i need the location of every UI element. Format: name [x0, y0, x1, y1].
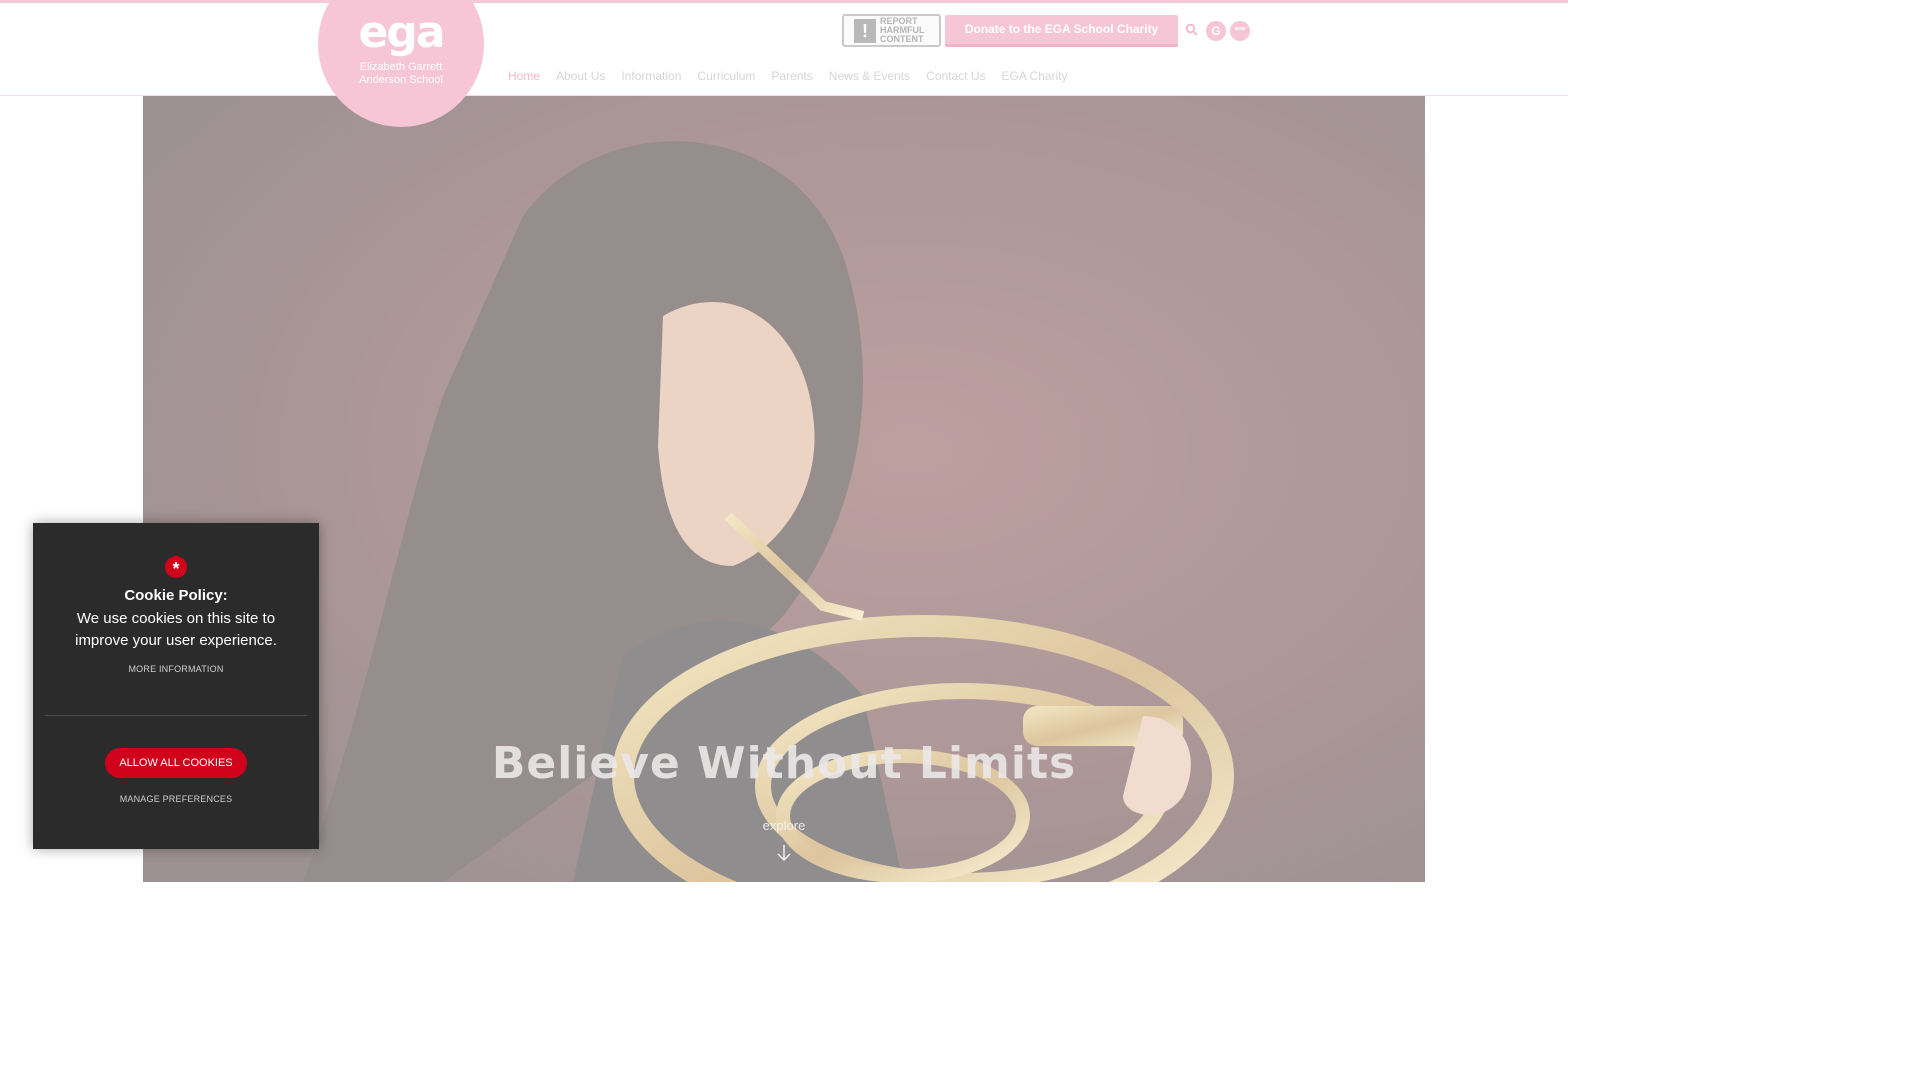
hero-title: Believe Without Limits: [491, 738, 1077, 789]
logo-name-line2: Anderson School: [359, 74, 443, 86]
cookie-divider: [45, 715, 307, 716]
cookie-title: Cookie Policy:: [124, 587, 228, 604]
nav-item-ega-charity[interactable]: EGA Charity: [1002, 69, 1068, 83]
cookie-message: We use cookies on this site to improve y…: [75, 610, 277, 649]
logo-school-name: Elizabeth Garrett Anderson School: [318, 61, 484, 87]
nav-item-parents[interactable]: Parents: [771, 69, 812, 83]
allow-all-cookies-button[interactable]: ALLOW ALL COOKIES: [105, 748, 247, 778]
report-harmful-content-button[interactable]: ! REPORT HARMFUL CONTENT: [842, 14, 941, 47]
arrow-down-icon[interactable]: [777, 844, 791, 862]
nav-item-contact-us[interactable]: Contact Us: [926, 69, 985, 83]
hero-banner: Believe Without Limits explore: [143, 96, 1425, 882]
nav-item-news-events[interactable]: News & Events: [829, 69, 910, 83]
google-translate-button[interactable]: G: [1206, 21, 1226, 41]
exclamation-icon: !: [854, 18, 876, 43]
cookie-more-information-link[interactable]: MORE INFORMATION: [33, 664, 319, 674]
nav-item-information[interactable]: Information: [621, 69, 681, 83]
cookie-asterisk-icon: *: [165, 556, 187, 579]
report-button-label: REPORT HARMFUL CONTENT: [880, 17, 925, 44]
donate-button[interactable]: Donate to the EGA School Charity: [945, 15, 1178, 47]
cookie-banner: * Cookie Policy: We use cookies on this …: [33, 523, 319, 849]
nav-item-curriculum[interactable]: Curriculum: [697, 69, 755, 83]
more-options-button[interactable]: •••: [1230, 21, 1250, 41]
nav-item-about-us[interactable]: About Us: [556, 69, 605, 83]
report-label-line3: CONTENT: [880, 34, 924, 44]
logo-mark: ega: [358, 7, 445, 58]
search-icon[interactable]: [1185, 23, 1199, 37]
site-header: ega Elizabeth Garrett Anderson School ! …: [0, 0, 1568, 127]
explore-link[interactable]: explore: [143, 818, 1425, 833]
main-navigation: Home About Us Information Curriculum Par…: [508, 69, 1068, 83]
nav-item-home[interactable]: Home: [508, 69, 540, 83]
logo-name-line1: Elizabeth Garrett: [359, 61, 443, 73]
manage-preferences-link[interactable]: MANAGE PREFERENCES: [33, 794, 319, 804]
